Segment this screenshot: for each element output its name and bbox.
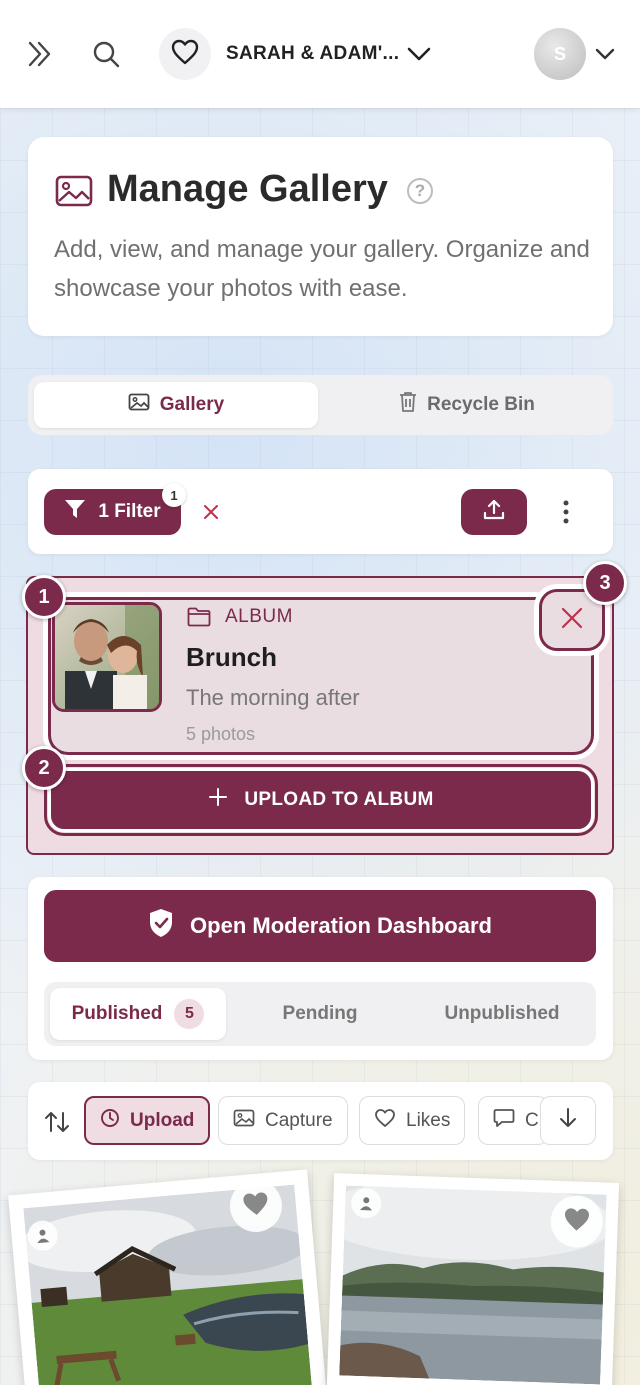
chevron-down-icon[interactable] — [403, 38, 435, 70]
heart-icon — [562, 1206, 591, 1238]
tab-pending[interactable]: Pending — [234, 988, 406, 1040]
step-marker-3: 3 — [583, 561, 627, 605]
close-icon — [561, 607, 583, 634]
tab-unpublished[interactable]: Unpublished — [414, 988, 590, 1040]
clock-icon — [100, 1108, 120, 1134]
published-count-badge: 5 — [174, 999, 205, 1029]
more-options-icon[interactable] — [554, 497, 578, 527]
page-title: Manage Gallery — [107, 168, 388, 210]
step-marker-1: 1 — [22, 575, 66, 619]
photo-card[interactable] — [325, 1173, 620, 1385]
event-name[interactable]: SARAH & ADAM'... — [226, 43, 399, 65]
funnel-icon — [64, 499, 86, 525]
open-moderation-dashboard-button[interactable]: Open Moderation Dashboard — [44, 890, 596, 962]
gallery-tabs: Gallery Recycle Bin — [28, 375, 613, 435]
album-type-label: ALBUM — [225, 606, 293, 627]
sort-chip-comments-label: C — [525, 1109, 539, 1131]
tab-gallery-label: Gallery — [159, 394, 225, 415]
heart-icon — [241, 1189, 272, 1222]
trash-icon — [399, 391, 417, 419]
heart-icon — [374, 1108, 396, 1134]
search-icon[interactable] — [88, 36, 124, 72]
double-chevron-right-icon[interactable] — [22, 36, 58, 72]
tab-recycle-bin[interactable]: Recycle Bin — [328, 382, 606, 428]
sort-chip-upload[interactable]: Upload — [84, 1096, 211, 1145]
help-icon[interactable]: ? — [407, 178, 433, 204]
sort-chip-upload-label: Upload — [130, 1109, 195, 1131]
tab-recycle-bin-label: Recycle Bin — [427, 394, 535, 415]
publish-status-tabs: Published 5 Pending Unpublished — [44, 982, 596, 1046]
album-subtitle: The morning after — [186, 685, 360, 710]
image-icon — [233, 1109, 255, 1133]
event-switcher-button[interactable] — [159, 28, 211, 80]
upload-to-album-button[interactable]: UPLOAD TO ALBUM — [44, 764, 598, 836]
tab-pending-label: Pending — [282, 1003, 358, 1024]
upload-to-album-label: UPLOAD TO ALBUM — [244, 789, 434, 810]
filter-label: 1 Filter — [98, 501, 161, 522]
step-marker-2: 2 — [22, 746, 66, 790]
plus-icon — [208, 787, 228, 813]
sort-toolbar: Upload Capture Likes C — [28, 1082, 613, 1160]
clear-filter-icon[interactable] — [199, 500, 223, 524]
avatar[interactable]: S — [534, 28, 586, 80]
sort-chip-likes[interactable]: Likes — [359, 1096, 466, 1145]
sort-order-icon[interactable] — [42, 1108, 72, 1136]
top-app-bar: SARAH & ADAM'... S — [0, 0, 640, 108]
heart-icon — [171, 39, 199, 70]
page-description: Add, view, and manage your gallery. Orga… — [54, 236, 590, 302]
tab-unpublished-label: Unpublished — [444, 1003, 560, 1024]
tab-gallery[interactable]: Gallery — [34, 382, 318, 428]
image-icon — [54, 174, 94, 208]
album-thumbnail — [52, 602, 162, 712]
upload-button[interactable] — [461, 489, 527, 535]
image-icon — [128, 393, 150, 417]
album-name: Brunch — [186, 642, 277, 672]
sort-direction-button[interactable] — [540, 1096, 596, 1145]
moderation-button-label: Open Moderation Dashboard — [190, 913, 492, 938]
sort-chip-capture-label: Capture — [265, 1109, 333, 1131]
chevron-down-icon[interactable] — [592, 42, 618, 66]
comment-icon — [493, 1108, 515, 1134]
tab-published[interactable]: Published 5 — [50, 988, 226, 1040]
folder-icon — [186, 606, 212, 628]
filter-count-badge: 1 — [162, 483, 186, 507]
album-photo-count: 5 photos — [186, 724, 256, 744]
photo-card[interactable] — [8, 1169, 328, 1385]
sort-chip-comments[interactable]: C — [478, 1096, 548, 1145]
shield-check-icon — [148, 908, 174, 944]
arrow-down-icon — [558, 1107, 578, 1135]
upload-icon — [482, 498, 506, 527]
sort-chip-likes-label: Likes — [406, 1109, 451, 1131]
tab-published-label: Published — [71, 1003, 163, 1024]
sort-chip-capture[interactable]: Capture — [218, 1096, 348, 1145]
filter-button[interactable]: 1 Filter — [44, 489, 181, 535]
